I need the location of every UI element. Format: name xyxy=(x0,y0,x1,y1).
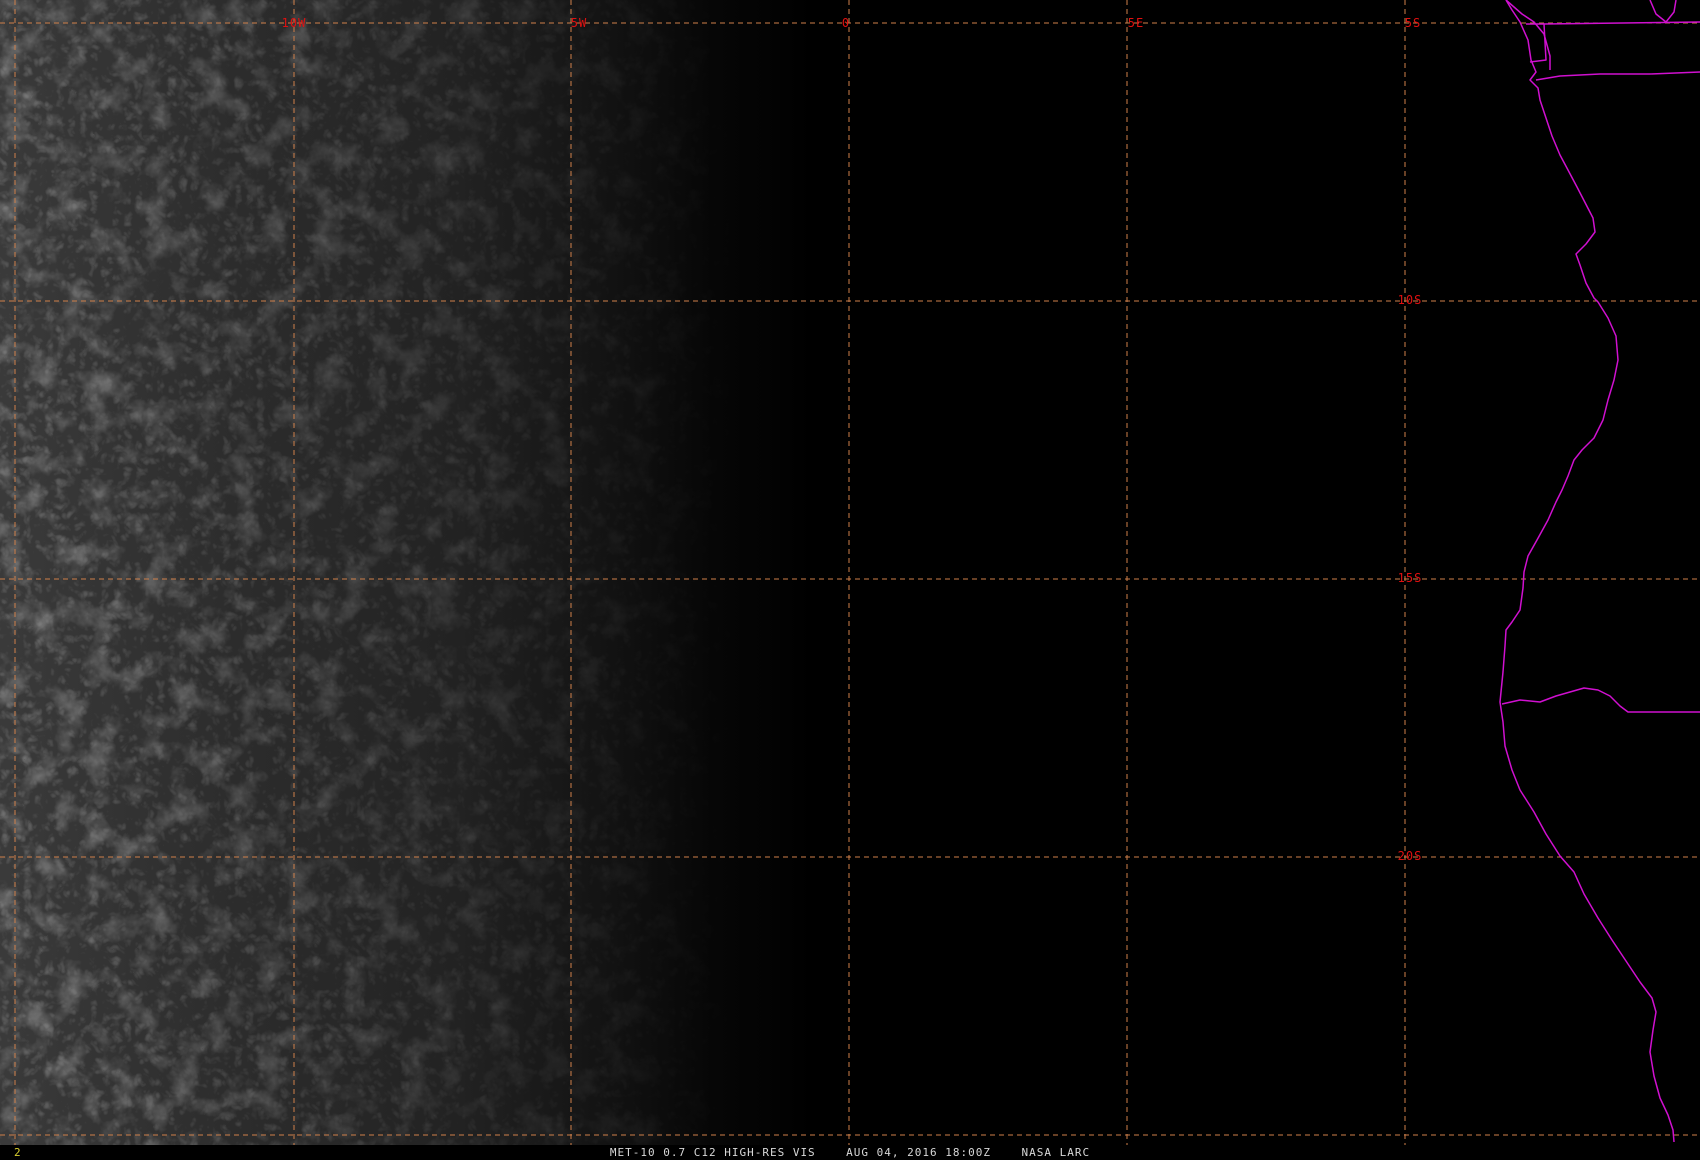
graticule xyxy=(0,0,1700,1145)
lat-label-5s: 5S xyxy=(1405,16,1421,30)
lon-label-0: 0 xyxy=(842,16,850,30)
coastline-west-africa xyxy=(1499,0,1675,1143)
border-northeast xyxy=(1649,0,1677,23)
coastline-borders xyxy=(1499,0,1700,1143)
satellite-image-viewer: 10W 5W 0 5E 5S 10S 15S 20S 2 MET-10 0.7 … xyxy=(0,0,1700,1160)
border-top-east xyxy=(1543,21,1700,25)
lat-label-20s: 20S xyxy=(1398,849,1423,863)
latitude-labels: 5S 10S 15S 20S xyxy=(1398,16,1423,863)
lon-label-5w: 5W xyxy=(571,16,587,30)
lat-label-10s: 10S xyxy=(1398,293,1423,307)
border-angola-namibia xyxy=(1501,687,1700,713)
map-overlay: 10W 5W 0 5E 5S 10S 15S 20S xyxy=(0,0,1700,1145)
lon-label-10w: 10W xyxy=(282,16,307,30)
lat-label-15s: 15S xyxy=(1398,571,1423,585)
lon-label-5e: 5E xyxy=(1128,16,1144,30)
border-angola-drc xyxy=(1535,71,1700,81)
image-caption: MET-10 0.7 C12 HIGH-RES VIS AUG 04, 2016… xyxy=(609,1146,1091,1159)
